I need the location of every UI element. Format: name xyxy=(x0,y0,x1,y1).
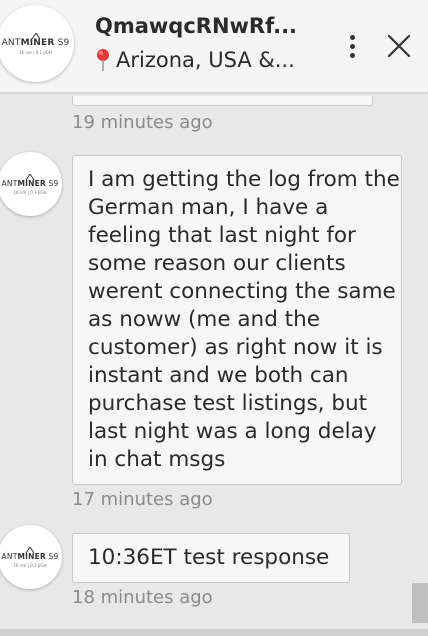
message-timestamp: 18 minutes ago xyxy=(72,587,213,608)
chat-header: ANTMINER S9 16 nm | 0.1 J/GH QmawqcRNwRf… xyxy=(0,0,428,94)
avatar-brand: ANTMINER S9 xyxy=(1,37,70,48)
location-pin-icon xyxy=(97,49,109,71)
bottom-divider xyxy=(0,629,428,636)
avatar-brand: ANTMINER S9 xyxy=(1,551,59,561)
chat-location: Arizona, USA &... xyxy=(95,48,310,72)
avatar-spec: 16 nm | 0.1 J/GH xyxy=(19,49,52,55)
message-bubble: 10:36ET test response xyxy=(72,533,350,583)
chat-title: QmawqcRNwRf... xyxy=(95,14,298,38)
avatar[interactable]: ANTMINER S9 16 nm | 0.1 J/GH xyxy=(0,5,74,82)
avatar[interactable]: ANTMINER S9 16 nm | 0.1 J/GH xyxy=(0,152,62,216)
more-vertical-icon[interactable] xyxy=(340,30,364,62)
message-timestamp: 19 minutes ago xyxy=(72,112,213,133)
message-text: I am getting the log from the German man… xyxy=(88,167,400,472)
message-timestamp: 17 minutes ago xyxy=(72,489,213,510)
previous-message-bubble xyxy=(72,96,373,106)
avatar[interactable]: ANTMINER S9 16 nm | 0.1 J/GH xyxy=(0,525,62,589)
location-text: Arizona, USA &... xyxy=(116,48,295,72)
message-text: 10:36ET test response xyxy=(88,545,330,570)
scrollbar-thumb[interactable] xyxy=(412,583,428,623)
message-bubble: I am getting the log from the German man… xyxy=(72,155,402,485)
message-list[interactable]: 19 minutes ago ANTMINER S9 16 nm | 0.1 J… xyxy=(0,96,428,630)
avatar-brand: ANTMINER S9 xyxy=(1,178,59,188)
close-icon[interactable] xyxy=(386,33,412,59)
avatar-spec: 16 nm | 0.1 J/GH xyxy=(13,562,47,568)
avatar-spec: 16 nm | 0.1 J/GH xyxy=(13,189,47,195)
